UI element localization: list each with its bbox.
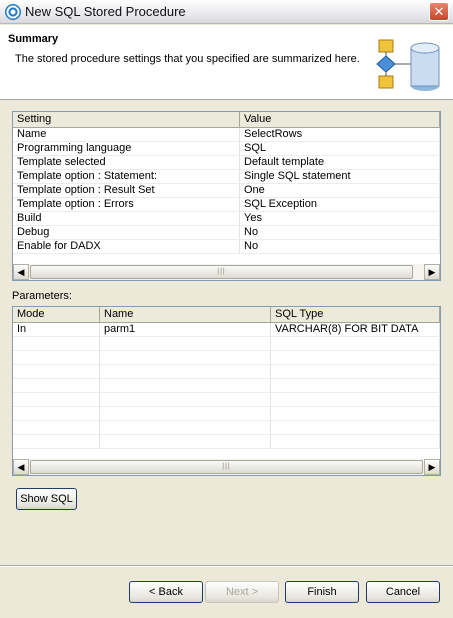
table-cell: parm1: [100, 323, 271, 337]
empty-row: [13, 421, 440, 435]
parameters-label: Parameters:: [12, 290, 72, 302]
finish-button[interactable]: Finish: [285, 581, 359, 603]
table-cell: [13, 351, 100, 365]
scroll-track[interactable]: |||: [29, 459, 424, 475]
table-cell: [271, 393, 440, 407]
table-cell: No: [240, 240, 440, 254]
scroll-track[interactable]: |||: [29, 264, 424, 280]
page-title: Summary: [8, 33, 59, 45]
wizard-header: Summary The stored procedure settings th…: [0, 25, 453, 100]
close-button[interactable]: ✕: [429, 2, 449, 21]
empty-row: [13, 337, 440, 351]
table-cell: [100, 421, 271, 435]
window-title: New SQL Stored Procedure: [25, 4, 186, 19]
empty-row: [13, 351, 440, 365]
table-cell: Template option : Result Set: [13, 184, 240, 198]
table-cell: Build: [13, 212, 240, 226]
parameters-horizontal-scrollbar[interactable]: ◀ ||| ▶: [13, 459, 440, 475]
database-wizard-icon: [376, 39, 440, 91]
column-header-setting[interactable]: Setting: [13, 112, 240, 128]
table-cell: Single SQL statement: [240, 170, 440, 184]
settings-row[interactable]: Build Yes: [13, 212, 440, 226]
table-cell: Programming language: [13, 142, 240, 156]
settings-horizontal-scrollbar[interactable]: ◀ ||| ▶: [13, 264, 440, 280]
settings-row[interactable]: Template option : Result Set One: [13, 184, 440, 198]
table-cell: SelectRows: [240, 128, 440, 142]
settings-row[interactable]: Template option : Errors SQL Exception: [13, 198, 440, 212]
table-cell: [13, 337, 100, 351]
table-cell: [13, 365, 100, 379]
table-cell: [100, 379, 271, 393]
table-cell: Template selected: [13, 156, 240, 170]
table-cell: [13, 421, 100, 435]
app-icon: [5, 4, 21, 20]
table-cell: Default template: [240, 156, 440, 170]
table-cell: [100, 351, 271, 365]
empty-row: [13, 435, 440, 449]
empty-row: [13, 407, 440, 421]
table-cell: [271, 337, 440, 351]
table-cell: [271, 407, 440, 421]
parameters-table: Mode Name SQL Type In parm1 VARCHAR(8) FOR…: [12, 306, 441, 476]
table-cell: [100, 435, 271, 449]
table-cell: Enable for DADX: [13, 240, 240, 254]
settings-row[interactable]: Template selected Default template: [13, 156, 440, 170]
column-header-name[interactable]: Name: [100, 307, 271, 323]
table-cell: [13, 379, 100, 393]
settings-row[interactable]: Programming language SQL: [13, 142, 440, 156]
scroll-right-arrow-icon[interactable]: ▶: [424, 459, 440, 475]
table-cell: [13, 407, 100, 421]
show-sql-button[interactable]: Show SQL: [16, 488, 77, 510]
table-cell: [100, 365, 271, 379]
empty-row: [13, 393, 440, 407]
settings-row[interactable]: Template option : Statement: Single SQL s…: [13, 170, 440, 184]
empty-row: [13, 365, 440, 379]
table-cell: SQL Exception: [240, 198, 440, 212]
table-cell: Template option : Errors: [13, 198, 240, 212]
scroll-left-arrow-icon[interactable]: ◀: [13, 264, 29, 280]
page-description: The stored procedure settings that you s…: [15, 53, 360, 65]
settings-row[interactable]: Name SelectRows: [13, 128, 440, 142]
table-cell: [100, 393, 271, 407]
empty-row: [13, 379, 440, 393]
title-bar: New SQL Stored Procedure ✕: [0, 0, 453, 24]
scroll-left-arrow-icon[interactable]: ◀: [13, 459, 29, 475]
column-header-value[interactable]: Value: [240, 112, 440, 128]
settings-rows: Name SelectRows Programming language SQL Tem…: [13, 128, 440, 254]
column-header-mode[interactable]: Mode: [13, 307, 100, 323]
settings-table-header: Setting Value: [13, 112, 440, 128]
table-cell: [100, 337, 271, 351]
table-cell: [13, 393, 100, 407]
button-bar-divider: [0, 565, 453, 567]
table-cell: VARCHAR(8) FOR BIT DATA: [271, 323, 440, 337]
cancel-button[interactable]: Cancel: [366, 581, 440, 603]
table-cell: [271, 365, 440, 379]
table-cell: [13, 435, 100, 449]
table-cell: Template option : Statement:: [13, 170, 240, 184]
settings-table: Setting Value Name SelectRows Programming …: [12, 111, 441, 281]
settings-row[interactable]: Enable for DADX No: [13, 240, 440, 254]
scroll-thumb[interactable]: |||: [30, 460, 423, 474]
table-cell: SQL: [240, 142, 440, 156]
back-button[interactable]: < Back: [129, 581, 203, 603]
scroll-thumb[interactable]: |||: [30, 265, 413, 279]
parameter-rows: In parm1 VARCHAR(8) FOR BIT DATA: [13, 323, 440, 449]
parameter-row[interactable]: In parm1 VARCHAR(8) FOR BIT DATA: [13, 323, 440, 337]
column-header-sql-type[interactable]: SQL Type: [271, 307, 440, 323]
next-button[interactable]: Next >: [205, 581, 279, 603]
table-cell: Debug: [13, 226, 240, 240]
settings-row[interactable]: Debug No: [13, 226, 440, 240]
scroll-right-arrow-icon[interactable]: ▶: [424, 264, 440, 280]
table-cell: [271, 351, 440, 365]
table-cell: No: [240, 226, 440, 240]
table-cell: Name: [13, 128, 240, 142]
table-cell: Yes: [240, 212, 440, 226]
table-cell: One: [240, 184, 440, 198]
parameters-table-header: Mode Name SQL Type: [13, 307, 440, 323]
table-cell: [271, 379, 440, 393]
table-cell: [100, 407, 271, 421]
table-cell: [271, 421, 440, 435]
table-cell: In: [13, 323, 100, 337]
table-cell: [271, 435, 440, 449]
